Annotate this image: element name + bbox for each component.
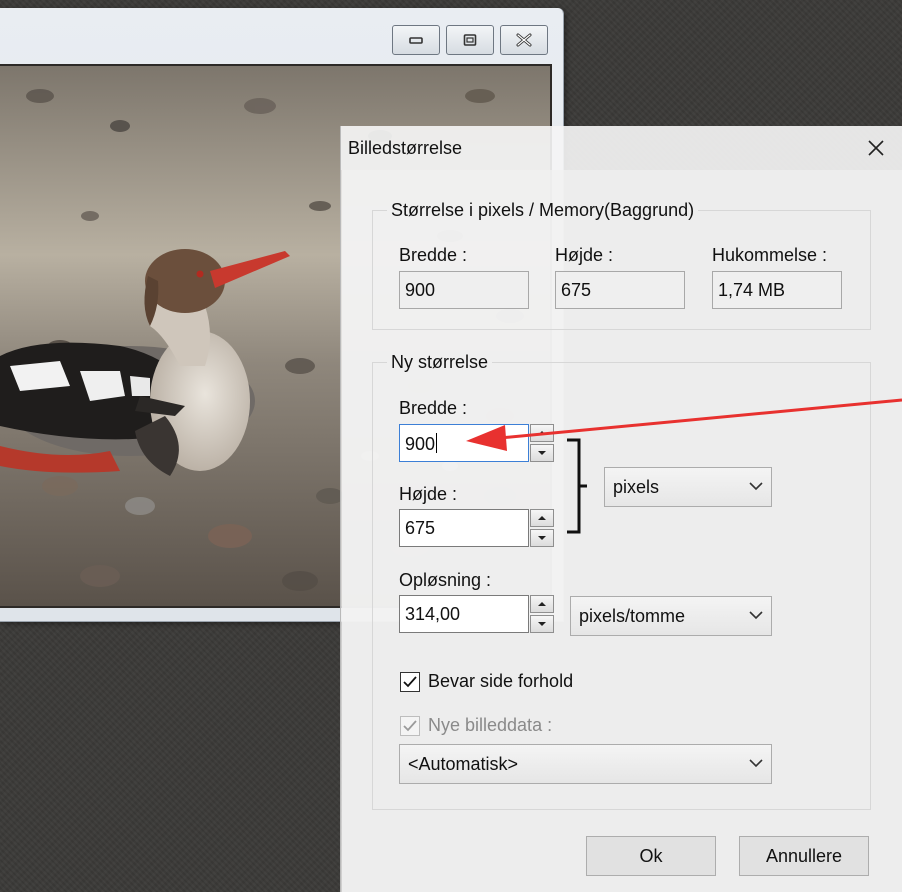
close-icon (868, 140, 884, 156)
chevron-down-icon (749, 611, 763, 620)
new-height-spin-down[interactable] (530, 529, 554, 547)
checkmark-icon (403, 676, 417, 688)
window-close-button[interactable] (500, 25, 548, 55)
spin-up-icon (538, 516, 546, 520)
restore-icon (463, 34, 477, 46)
resolution-unit-select[interactable]: pixels/tomme (570, 596, 772, 636)
resolution-input[interactable]: 314,00 (399, 595, 529, 633)
resolution-label: Opløsning : (399, 570, 492, 590)
dialog-title-bar[interactable]: Billedstørrelse (341, 126, 902, 170)
resolution-unit-value: pixels/tomme (579, 606, 686, 626)
resample-method-value: <Automatisk> (408, 754, 519, 774)
spin-down-icon (538, 536, 546, 540)
current-width-label: Bredde : (399, 245, 468, 265)
new-height-label: Højde : (399, 484, 458, 504)
window-controls (392, 25, 548, 55)
current-height-label: Højde : (555, 245, 614, 265)
resolution-value: 314,00 (405, 604, 461, 624)
resolution-spin-up[interactable] (530, 595, 554, 613)
new-width-spin-down[interactable] (530, 444, 554, 462)
ok-button[interactable]: Ok (586, 836, 716, 876)
image-size-dialog: Billedstørrelse Størrelse i pixels / Mem… (340, 126, 902, 892)
resample-method-select[interactable]: <Automatisk> (399, 744, 772, 784)
spin-up-icon (538, 431, 546, 435)
size-unit-value: pixels (613, 477, 660, 497)
pixel-size-legend: Størrelse i pixels / Memory(Baggrund) (391, 200, 695, 220)
keep-ratio-checkbox[interactable] (400, 672, 420, 692)
current-height-field: 675 (555, 271, 685, 309)
chevron-down-icon (749, 759, 763, 768)
window-close-icon (516, 33, 532, 47)
link-bracket-icon (567, 438, 587, 534)
new-height-spin-up[interactable] (530, 509, 554, 527)
current-width-field: 900 (399, 271, 529, 309)
new-height-input[interactable]: 675 (399, 509, 529, 547)
new-image-data-checkbox[interactable] (400, 716, 420, 736)
new-width-spin-up[interactable] (530, 424, 554, 442)
dialog-client-area: Størrelse i pixels / Memory(Baggrund) Br… (342, 170, 902, 892)
memory-label: Hukommelse : (712, 245, 828, 265)
minimize-button[interactable] (392, 25, 440, 55)
new-width-label: Bredde : (399, 398, 468, 418)
size-unit-select[interactable]: pixels (604, 467, 772, 507)
dialog-title: Billedstørrelse (348, 138, 463, 158)
spin-up-icon (538, 602, 546, 606)
text-caret (436, 433, 438, 453)
new-image-data-label[interactable]: Nye billeddata : (428, 715, 552, 736)
new-height-value: 675 (405, 518, 436, 538)
chevron-down-icon (749, 482, 763, 491)
memory-field: 1,74 MB (712, 271, 842, 309)
spin-down-icon (538, 622, 546, 626)
new-width-input[interactable]: 900 (399, 424, 529, 462)
keep-ratio-label[interactable]: Bevar side forhold (428, 671, 573, 692)
spin-down-icon (538, 451, 546, 455)
resolution-spin-down[interactable] (530, 615, 554, 633)
resolution-spinner[interactable] (530, 595, 554, 633)
dialog-close-button[interactable] (849, 126, 902, 170)
new-height-spinner[interactable] (530, 509, 554, 547)
new-width-spinner[interactable] (530, 424, 554, 462)
restore-button[interactable] (446, 25, 494, 55)
minimize-icon (409, 37, 423, 44)
new-width-value: 900 (405, 434, 436, 454)
checkmark-icon (403, 720, 417, 732)
cancel-button[interactable]: Annullere (739, 836, 869, 876)
new-size-legend: Ny størrelse (391, 352, 489, 372)
